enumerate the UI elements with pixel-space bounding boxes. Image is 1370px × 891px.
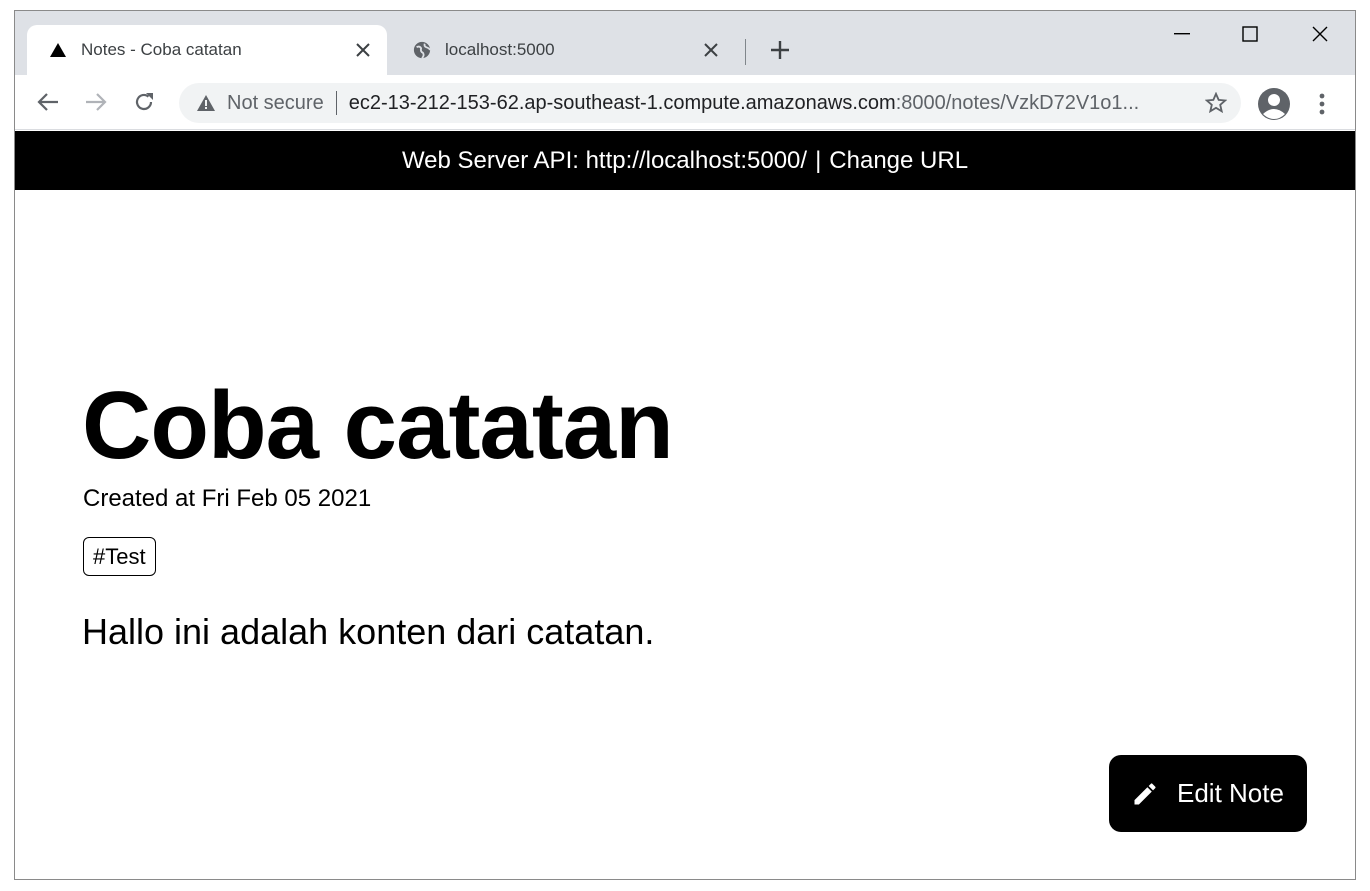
tab-localhost[interactable]: localhost:5000 <box>391 25 735 75</box>
kebab-menu-icon[interactable] <box>1309 87 1335 121</box>
change-url-link[interactable]: Change URL <box>829 147 968 175</box>
new-tab-icon[interactable] <box>765 35 795 65</box>
banner-separator: | <box>815 146 822 174</box>
edit-note-button[interactable]: Edit Note <box>1109 755 1307 832</box>
api-banner: Web Server API: http://localhost:5000/ |… <box>15 131 1355 190</box>
url-text[interactable]: ec2-13-212-153-62.ap-southeast-1.compute… <box>349 92 1201 115</box>
maximize-icon[interactable] <box>1227 19 1273 49</box>
note-tag: #Test <box>83 537 156 576</box>
star-icon[interactable] <box>1201 88 1231 118</box>
address-bar[interactable]: Not secure ec2-13-212-153-62.ap-southeas… <box>179 83 1241 123</box>
api-url-text: Web Server API: http://localhost:5000/ <box>401 146 808 174</box>
minimize-icon[interactable] <box>1159 19 1205 49</box>
pencil-icon <box>1131 779 1161 809</box>
globe-icon <box>413 41 431 59</box>
close-icon[interactable] <box>351 38 375 62</box>
tab-strip: Notes - Coba catatan localhost:5000 <box>15 11 1355 75</box>
note-created-date: Created at Fri Feb 05 2021 <box>83 485 372 512</box>
tab-title: Notes - Coba catatan <box>81 40 242 59</box>
url-path: :8000/notes/VzkD72V1o1... <box>895 91 1140 114</box>
window-close-icon[interactable] <box>1297 19 1343 49</box>
note-title: Coba catatan <box>82 372 674 479</box>
close-icon[interactable] <box>699 38 723 62</box>
forward-arrow-icon[interactable] <box>81 87 111 117</box>
tab-separator <box>745 39 746 65</box>
security-label[interactable]: Not secure <box>227 92 324 115</box>
url-host: ec2-13-212-153-62.ap-southeast-1.compute… <box>348 91 896 114</box>
note-body: Hallo ini adalah konten dari catatan. <box>82 611 655 652</box>
triangle-icon <box>49 41 67 59</box>
address-divider <box>335 91 337 115</box>
reload-icon[interactable] <box>129 87 159 117</box>
browser-window: Notes - Coba catatan localhost:5000 Not … <box>14 10 1356 880</box>
tab-title: localhost:5000 <box>445 40 555 59</box>
edit-note-label: Edit Note <box>1177 778 1284 808</box>
back-arrow-icon[interactable] <box>33 87 63 117</box>
tab-notes[interactable]: Notes - Coba catatan <box>27 25 387 75</box>
browser-toolbar: Not secure ec2-13-212-153-62.ap-southeas… <box>15 75 1355 130</box>
warning-icon[interactable] <box>197 94 215 112</box>
profile-avatar-icon[interactable] <box>1257 87 1291 121</box>
